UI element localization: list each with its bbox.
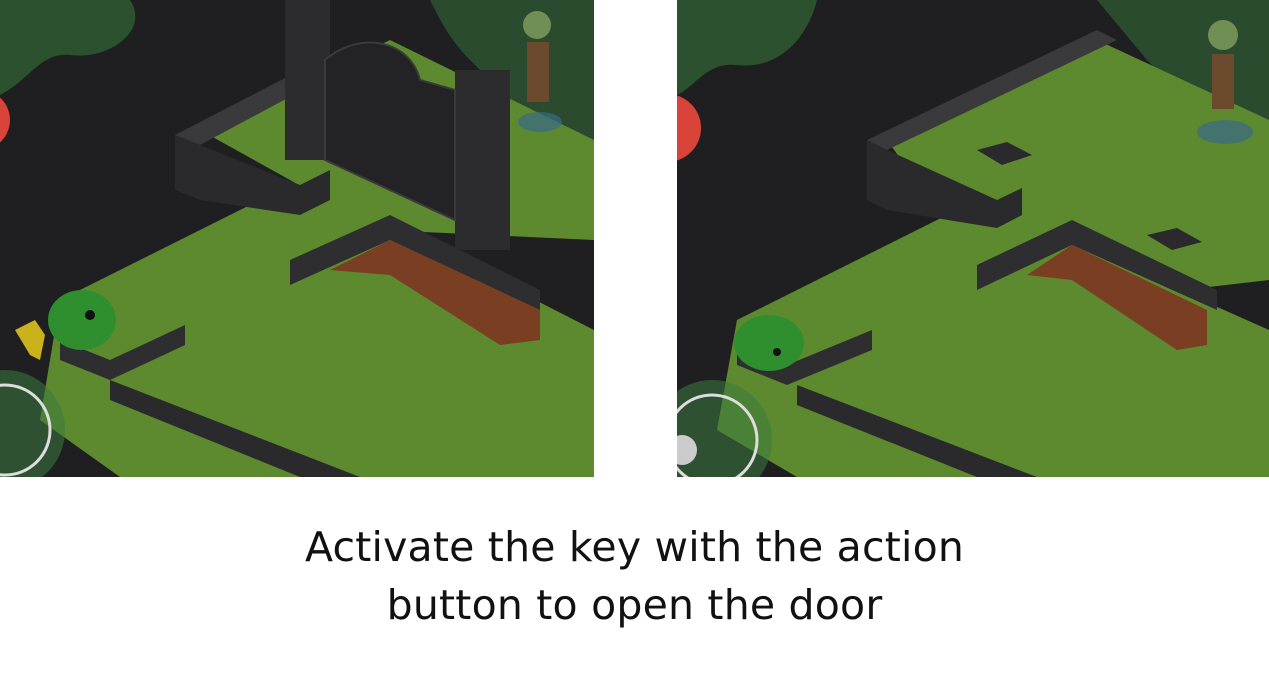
skeleton-body: [527, 42, 549, 102]
slime-eye: [85, 310, 95, 320]
slime-eye: [773, 348, 781, 356]
skeleton-shadow: [1197, 120, 1253, 144]
skeleton-head: [523, 11, 551, 39]
screenshot-after-panel: [677, 0, 1269, 477]
gate-pillar: [455, 70, 510, 250]
wall-segment: [175, 135, 200, 200]
wall-segment: [867, 140, 887, 210]
slime-player: [734, 315, 804, 371]
skeleton-body: [1212, 54, 1234, 109]
skeleton-head: [1208, 20, 1238, 50]
skeleton-shadow: [518, 112, 562, 132]
slime-player: [48, 290, 116, 350]
gate-pillar: [285, 0, 330, 160]
screenshot-before-panel: [0, 0, 594, 477]
instruction-caption: Activate the key with the action button …: [0, 518, 1269, 634]
caption-line-2: button to open the door: [386, 581, 883, 629]
caption-line-1: Activate the key with the action: [304, 523, 965, 571]
